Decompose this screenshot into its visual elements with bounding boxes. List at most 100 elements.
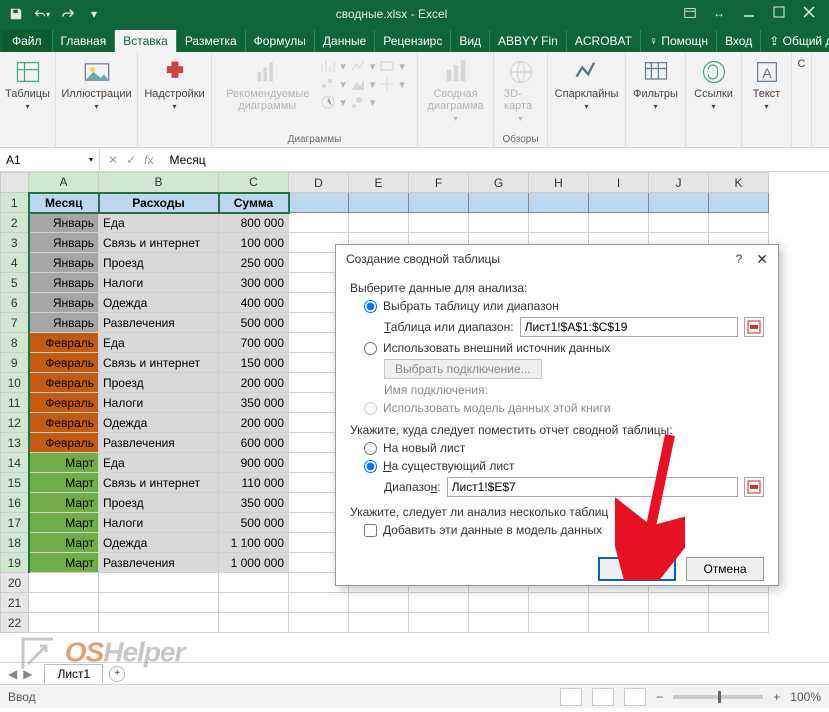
col-header[interactable]: J — [649, 173, 709, 193]
row-header[interactable]: 19 — [1, 553, 29, 573]
cell[interactable] — [589, 193, 649, 213]
cell[interactable] — [219, 613, 289, 633]
cell[interactable] — [649, 193, 709, 213]
cell[interactable] — [709, 213, 769, 233]
row-header[interactable]: 16 — [1, 493, 29, 513]
col-header[interactable]: I — [589, 173, 649, 193]
dialog-close-icon[interactable]: ✕ — [756, 251, 768, 268]
zoom-in-button[interactable]: + — [773, 690, 780, 704]
cell-month[interactable]: Март — [29, 453, 99, 473]
name-box[interactable]: A1▾ — [0, 148, 100, 171]
cell-sum[interactable]: 350 000 — [219, 493, 289, 513]
minimize-icon[interactable] — [743, 6, 759, 22]
col-header[interactable]: H — [529, 173, 589, 193]
fullscreen-icon[interactable]: ↔ — [713, 6, 729, 22]
cell[interactable] — [709, 593, 769, 613]
dialog-help-icon[interactable]: ? — [736, 252, 743, 266]
checkbox-add-to-model[interactable] — [364, 524, 377, 537]
sparklines-button[interactable]: Спарклайны▾ — [551, 56, 623, 113]
sheet-prev-icon[interactable]: ◀ — [8, 667, 17, 681]
cell-sum[interactable]: 350 000 — [219, 393, 289, 413]
view-page-break-button[interactable] — [624, 688, 646, 706]
cell-sum[interactable]: 500 000 — [219, 313, 289, 333]
cell[interactable] — [649, 213, 709, 233]
cell[interactable] — [649, 613, 709, 633]
cell[interactable] — [349, 613, 409, 633]
cell[interactable] — [409, 613, 469, 633]
cell[interactable] — [289, 193, 349, 213]
row-header[interactable]: 5 — [1, 273, 29, 293]
tab-Данные[interactable]: Данные — [315, 30, 375, 52]
cell-sum[interactable]: 200 000 — [219, 413, 289, 433]
tab-ABBYY Fin[interactable]: ABBYY Fin — [490, 30, 567, 52]
undo-icon[interactable]: ▾ — [34, 6, 50, 22]
col-header[interactable]: G — [469, 173, 529, 193]
cell[interactable] — [99, 593, 219, 613]
cell-sum[interactable]: 700 000 — [219, 333, 289, 353]
cell-sum[interactable]: 400 000 — [219, 293, 289, 313]
symbols-button[interactable]: С — [794, 56, 810, 72]
radio-existing-sheet[interactable] — [364, 460, 377, 473]
tables-button[interactable]: Таблицы▾ — [1, 56, 54, 113]
row-header[interactable]: 1 — [1, 193, 29, 213]
cell[interactable] — [529, 213, 589, 233]
col-header[interactable]: C — [219, 173, 289, 193]
cell-category[interactable]: Налоги — [99, 273, 219, 293]
cell-month[interactable]: Февраль — [29, 433, 99, 453]
qat-customize-icon[interactable]: ▾ — [86, 6, 102, 22]
cell-month[interactable]: Январь — [29, 313, 99, 333]
cell-sum[interactable]: 1 000 000 — [219, 553, 289, 573]
tab-ACROBAT[interactable]: ACROBAT — [567, 30, 641, 52]
text-button[interactable]: AТекст▾ — [749, 56, 785, 113]
row-header[interactable]: 8 — [1, 333, 29, 353]
header-cell[interactable]: Месяц — [29, 193, 99, 213]
cancel-button[interactable]: Отмена — [686, 557, 764, 581]
radio-external-source[interactable] — [364, 342, 377, 355]
cell-category[interactable]: Проезд — [99, 253, 219, 273]
cell-month[interactable]: Январь — [29, 273, 99, 293]
zoom-level[interactable]: 100% — [790, 690, 821, 704]
source-range-input[interactable] — [520, 317, 738, 337]
destination-range-input[interactable] — [447, 477, 738, 497]
tab-Вид[interactable]: Вид — [451, 30, 490, 52]
tab-Главная[interactable]: Главная — [53, 30, 116, 52]
cell-sum[interactable]: 1 100 000 — [219, 533, 289, 553]
cell[interactable] — [289, 593, 349, 613]
cell-month[interactable]: Март — [29, 553, 99, 573]
share-button[interactable]: ⇪ Общий доступ — [761, 30, 829, 52]
radio-select-range[interactable] — [364, 300, 377, 313]
cell[interactable] — [529, 193, 589, 213]
cell-category[interactable]: Развлечения — [99, 433, 219, 453]
cancel-formula-icon[interactable]: ✕ — [108, 153, 118, 167]
ok-button[interactable]: OK — [598, 557, 676, 581]
cell-category[interactable]: Одежда — [99, 533, 219, 553]
tab-Разметка[interactable]: Разметка — [177, 30, 246, 52]
cell-category[interactable]: Развлечения — [99, 313, 219, 333]
cell-category[interactable]: Проезд — [99, 373, 219, 393]
cell[interactable] — [219, 573, 289, 593]
enter-formula-icon[interactable]: ✓ — [126, 153, 136, 167]
cell[interactable] — [409, 213, 469, 233]
cell-category[interactable]: Одежда — [99, 413, 219, 433]
cell[interactable] — [349, 593, 409, 613]
cell-month[interactable]: Февраль — [29, 413, 99, 433]
links-button[interactable]: Ссылки▾ — [690, 56, 737, 113]
cell-month[interactable]: Февраль — [29, 373, 99, 393]
col-header[interactable]: B — [99, 173, 219, 193]
cell-month[interactable]: Январь — [29, 253, 99, 273]
cell[interactable] — [349, 213, 409, 233]
row-header[interactable]: 4 — [1, 253, 29, 273]
row-header[interactable]: 21 — [1, 593, 29, 613]
header-cell[interactable]: Расходы — [99, 193, 219, 213]
row-header[interactable]: 18 — [1, 533, 29, 553]
cell-category[interactable]: Налоги — [99, 513, 219, 533]
cell[interactable] — [29, 613, 99, 633]
cell-sum[interactable]: 200 000 — [219, 373, 289, 393]
cell-sum[interactable]: 500 000 — [219, 513, 289, 533]
cell-category[interactable]: Связь и интернет — [99, 353, 219, 373]
cell[interactable] — [289, 613, 349, 633]
row-header[interactable]: 15 — [1, 473, 29, 493]
signin-button[interactable]: Вход — [717, 30, 761, 52]
row-header[interactable]: 12 — [1, 413, 29, 433]
view-page-layout-button[interactable] — [592, 688, 614, 706]
